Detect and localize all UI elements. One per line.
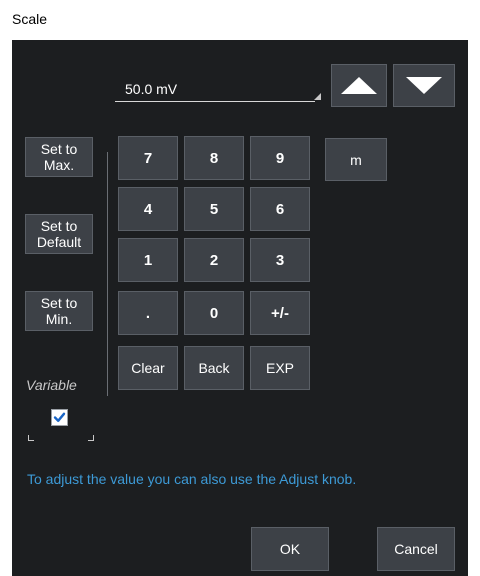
checkmark-icon [53,412,66,422]
arrow-down-icon [406,77,442,94]
set-to-min-line2: Min. [45,311,73,327]
set-to-max-line1: Set to [40,141,78,157]
unit-m-button[interactable]: m [325,138,387,181]
set-to-default-button[interactable]: Set to Default [25,214,93,254]
key-6[interactable]: 6 [250,187,310,231]
key-2[interactable]: 2 [184,238,244,282]
key-7[interactable]: 7 [118,136,178,180]
key-decimal[interactable]: . [118,291,178,335]
vertical-divider [107,152,108,396]
set-to-max-button[interactable]: Set to Max. [25,137,93,177]
variable-label: Variable [26,377,77,393]
arrow-up-icon [341,77,377,94]
focus-corner-right [88,435,94,441]
hint-text: To adjust the value you can also use the… [27,471,357,487]
field-underline [115,101,315,102]
back-button[interactable]: Back [184,346,244,390]
set-to-min-button[interactable]: Set to Min. [25,291,93,331]
set-to-default-line2: Default [36,234,82,250]
set-to-max-line2: Max. [43,157,75,173]
key-8[interactable]: 8 [184,136,244,180]
clear-button[interactable]: Clear [118,346,178,390]
increment-button[interactable] [331,64,387,107]
key-0[interactable]: 0 [184,291,244,335]
exp-button[interactable]: EXP [250,346,310,390]
set-to-default-line1: Set to [40,218,78,234]
focus-corner-left [28,435,34,441]
title-bar: Scale [0,0,480,40]
ok-button[interactable]: OK [251,527,329,571]
key-9[interactable]: 9 [250,136,310,180]
key-plus-minus[interactable]: +/- [250,291,310,335]
value-text: 50.0 mV [125,81,178,97]
set-to-min-line1: Set to [40,295,78,311]
key-3[interactable]: 3 [250,238,310,282]
decrement-button[interactable] [393,64,455,107]
key-5[interactable]: 5 [184,187,244,231]
dropdown-grip-icon [314,93,321,100]
cancel-button[interactable]: Cancel [377,527,455,571]
key-4[interactable]: 4 [118,187,178,231]
window-title: Scale [12,11,48,27]
variable-checkbox[interactable] [51,409,68,426]
key-1[interactable]: 1 [118,238,178,282]
value-field[interactable]: 50.0 mV [115,78,323,102]
